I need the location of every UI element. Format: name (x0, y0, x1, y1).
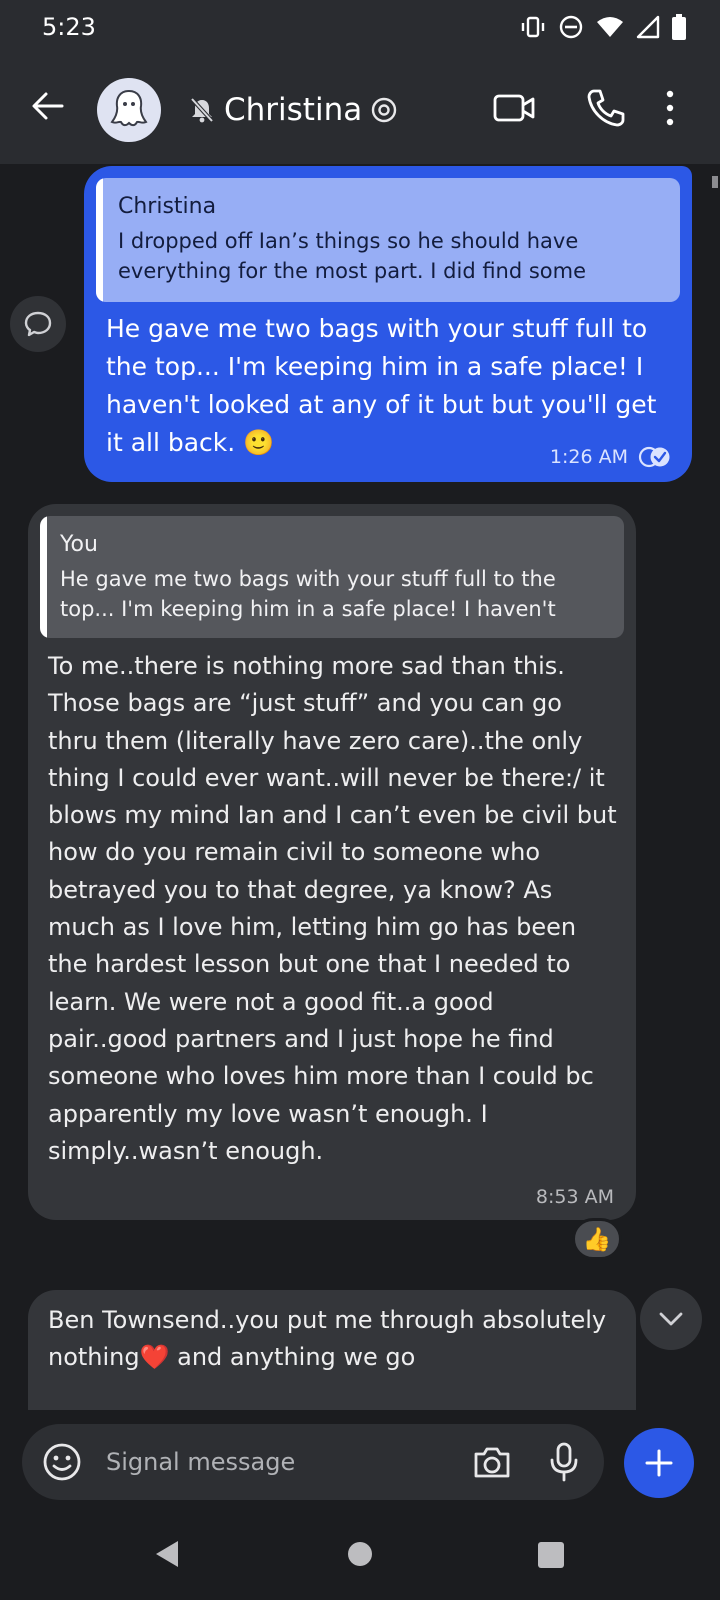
phone-icon (587, 89, 625, 127)
video-call-icon (493, 94, 535, 122)
wifi-icon (597, 17, 623, 37)
message-input[interactable] (106, 1442, 436, 1482)
outgoing-message[interactable]: Christina I dropped off Ian’s things so … (84, 166, 692, 482)
message-meta: 1:26 AM (550, 446, 672, 468)
quote-text: He gave me two bags with your stuff full… (60, 567, 556, 621)
battery-icon (672, 14, 686, 40)
video-call-button[interactable] (492, 86, 536, 130)
ghost-avatar-icon (110, 89, 148, 127)
contact-title[interactable]: Christina (188, 88, 398, 132)
contact-name: Christina (224, 92, 363, 128)
emoji-button[interactable] (42, 1442, 82, 1482)
message-text: He gave me two bags with your stuff full… (106, 314, 657, 457)
more-options-button[interactable] (658, 86, 682, 130)
chevron-down-icon (659, 1312, 683, 1326)
system-nav-bar (0, 1510, 720, 1600)
scroll-to-bottom-button[interactable] (640, 1288, 702, 1350)
message-time: 1:26 AM (549, 446, 628, 468)
reply-action-button[interactable] (10, 296, 66, 352)
quote-text: I dropped off Ian’s things so he should … (118, 229, 587, 283)
nav-recents-button[interactable] (538, 1542, 564, 1568)
reply-bubble-icon (24, 311, 52, 337)
status-icons (520, 12, 686, 42)
attachment-button[interactable] (624, 1428, 694, 1498)
message-text: Ben Townsend..you put me through absolut… (48, 1306, 607, 1372)
composer (22, 1424, 604, 1500)
signal-icon (636, 15, 660, 39)
incoming-message[interactable]: You He gave me two bags with your stuff … (28, 504, 636, 1220)
quote-bar (96, 178, 103, 302)
back-button[interactable] (28, 86, 68, 126)
status-time: 5:23 (42, 13, 96, 41)
quote-author: You (60, 532, 98, 557)
dnd-icon (559, 15, 583, 39)
read-receipt-icon (638, 446, 670, 468)
quoted-message[interactable]: You He gave me two bags with your stuff … (40, 516, 624, 638)
quote-bar (40, 516, 47, 638)
composer-bar (0, 1410, 720, 1510)
bell-off-icon (190, 97, 214, 123)
conversation-list[interactable]: Christina I dropped off Ian’s things so … (0, 164, 720, 1410)
message-time: 8:53 AM (535, 1186, 614, 1208)
camera-icon (474, 1447, 510, 1478)
voice-note-button[interactable] (542, 1440, 586, 1484)
screen: 5:23 Christina Christina I dropped off I… (0, 0, 720, 1600)
back-arrow-icon (32, 92, 64, 120)
nav-home-button[interactable] (348, 1542, 372, 1566)
plus-icon (645, 1449, 673, 1477)
conversation-header: Christina (0, 56, 720, 164)
message-text: To me..there is nothing more sad than th… (48, 652, 617, 1165)
vibrate-icon (521, 16, 545, 38)
more-icon (666, 90, 674, 126)
scrollbar-thumb[interactable] (712, 176, 718, 188)
contact-avatar[interactable] (97, 78, 161, 142)
voice-call-button[interactable] (584, 86, 628, 130)
nav-back-button[interactable] (152, 1538, 184, 1570)
reaction-badge[interactable]: 👍 (572, 1218, 622, 1260)
mic-icon (550, 1442, 578, 1482)
quoted-message[interactable]: Christina I dropped off Ian’s things so … (96, 178, 680, 302)
quote-author: Christina (118, 194, 217, 219)
emoji-icon (43, 1443, 81, 1481)
camera-button[interactable] (470, 1440, 514, 1484)
mention-icon (372, 97, 397, 123)
status-bar: 5:23 (0, 0, 720, 56)
incoming-message[interactable]: Ben Townsend..you put me through absolut… (28, 1290, 636, 1410)
nav-back-icon (156, 1541, 178, 1567)
